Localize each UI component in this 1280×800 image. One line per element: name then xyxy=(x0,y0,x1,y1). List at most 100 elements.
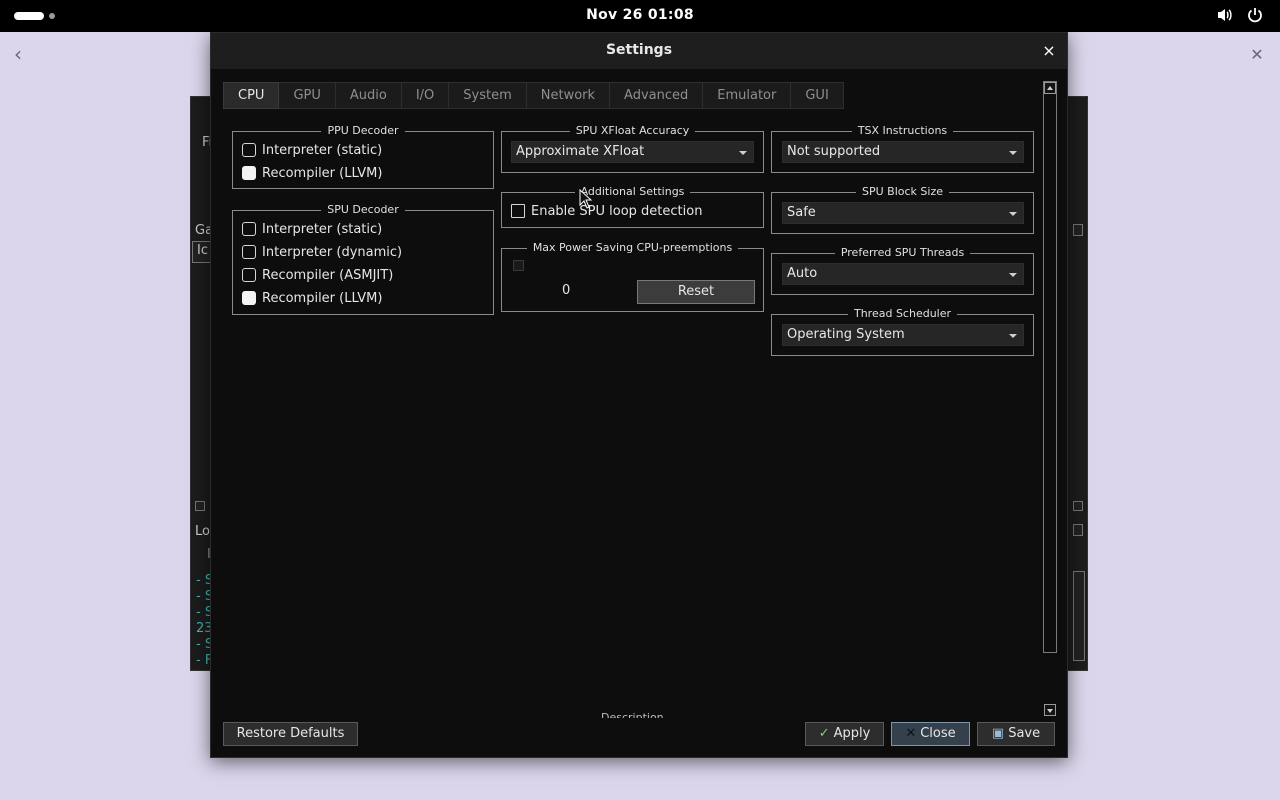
back-arrow-icon[interactable]: ‹ xyxy=(14,44,34,64)
group-title: Thread Scheduler xyxy=(772,307,1033,321)
button-label: Save xyxy=(1008,726,1041,741)
dock-close-icon[interactable] xyxy=(1073,524,1083,536)
apply-button[interactable]: ✓ Apply xyxy=(805,722,884,746)
tsx-instructions-group: TSX Instructions Not supported xyxy=(771,124,1034,173)
checkmark-icon: ✓ xyxy=(818,726,830,741)
radio-label: Recompiler (LLVM) xyxy=(262,290,383,306)
mouse-cursor-icon xyxy=(579,189,593,209)
tab-cpu[interactable]: CPU xyxy=(223,82,280,109)
reset-button[interactable]: Reset xyxy=(637,280,755,304)
settings-scrollbar[interactable] xyxy=(1043,81,1057,653)
checkbox-label: Enable SPU loop detection xyxy=(531,203,703,219)
dropdown-value: Not supported xyxy=(787,144,881,159)
save-button[interactable]: ▣ Save xyxy=(977,722,1055,746)
spu-interpreter-dynamic-radio[interactable]: Interpreter (dynamic) xyxy=(242,243,402,261)
restore-defaults-button[interactable]: Restore Defaults xyxy=(223,722,358,746)
top-bar: Nov 26 01:08 xyxy=(0,0,1280,32)
spu-xfloat-dropdown[interactable]: Approximate XFloat xyxy=(511,141,754,163)
chevron-down-icon xyxy=(1009,334,1017,338)
chevron-down-icon xyxy=(1009,151,1017,155)
additional-settings-group: Additional Settings Enable SPU loop dete… xyxy=(501,185,764,228)
ppu-recompiler-llvm-radio[interactable]: Recompiler (LLVM) xyxy=(242,164,382,182)
dock-close-icon[interactable] xyxy=(1073,224,1083,236)
x-icon: ✕ xyxy=(905,726,917,741)
scroll-left-icon[interactable] xyxy=(195,501,205,511)
group-title: SPU Block Size xyxy=(772,185,1033,199)
ppu-decoder-group: PPU Decoder Interpreter (static) Recompi… xyxy=(232,124,494,189)
tab-advanced[interactable]: Advanced xyxy=(610,82,704,109)
close-icon[interactable]: ✕ xyxy=(1248,46,1266,64)
radio-label: Recompiler (LLVM) xyxy=(262,165,383,181)
radio-indicator[interactable] xyxy=(242,143,256,157)
group-title: Preferred SPU Threads xyxy=(772,246,1033,260)
spu-block-size-dropdown[interactable]: Safe xyxy=(782,202,1024,224)
spu-recompiler-llvm-radio[interactable]: Recompiler (LLVM) xyxy=(242,289,382,307)
preemption-slider-disabled xyxy=(513,260,530,271)
dialog-title: Settings xyxy=(605,42,673,58)
tab-network[interactable]: Network xyxy=(526,82,611,109)
dropdown-value: Safe xyxy=(787,205,816,220)
scroll-up-icon[interactable] xyxy=(1044,82,1056,94)
scroll-down-icon[interactable] xyxy=(1044,704,1056,716)
thread-scheduler-dropdown[interactable]: Operating System xyxy=(782,324,1024,346)
spu-loop-detection-checkbox[interactable]: Enable SPU loop detection xyxy=(511,202,702,220)
radio-indicator[interactable] xyxy=(242,166,256,180)
preferred-spu-threads-group: Preferred SPU Threads Auto xyxy=(771,246,1034,295)
radio-label: Interpreter (static) xyxy=(262,221,383,237)
radio-indicator[interactable] xyxy=(242,291,256,305)
tab-audio[interactable]: Audio xyxy=(335,82,402,109)
log-scrollbar[interactable] xyxy=(1073,571,1085,661)
tab-gui[interactable]: GUI xyxy=(791,82,844,109)
spu-block-size-group: SPU Block Size Safe xyxy=(771,185,1034,234)
radio-indicator[interactable] xyxy=(242,268,256,282)
chevron-down-icon xyxy=(739,151,747,155)
tab-gpu[interactable]: GPU xyxy=(279,82,336,109)
settings-dialog: Settings × CPU GPU Audio I/O System Netw… xyxy=(210,32,1068,758)
background-log-title: Lo xyxy=(195,524,210,539)
radio-label: Interpreter (dynamic) xyxy=(262,244,403,260)
tab-emulator[interactable]: Emulator xyxy=(703,82,792,109)
settings-tabs: CPU GPU Audio I/O System Network Advance… xyxy=(223,82,844,109)
radio-indicator[interactable] xyxy=(242,222,256,236)
button-label: Close xyxy=(920,726,956,741)
chevron-down-icon xyxy=(1009,273,1017,277)
power-icon[interactable] xyxy=(1246,6,1266,26)
thread-scheduler-group: Thread Scheduler Operating System xyxy=(771,307,1034,356)
description-title: Description xyxy=(601,711,664,718)
background-input-text: Ic xyxy=(197,243,208,258)
scroll-right-icon[interactable] xyxy=(1073,501,1083,511)
group-title: PPU Decoder xyxy=(233,124,493,138)
button-label: Apply xyxy=(833,726,871,741)
max-power-saving-group: Max Power Saving CPU-preemptions 0 Reset xyxy=(501,241,764,312)
spu-interpreter-static-radio[interactable]: Interpreter (static) xyxy=(242,220,382,238)
spu-decoder-group: SPU Decoder Interpreter (static) Interpr… xyxy=(232,203,494,315)
tab-io[interactable]: I/O xyxy=(401,82,450,109)
preferred-spu-threads-dropdown[interactable]: Auto xyxy=(782,263,1024,285)
group-title: TSX Instructions xyxy=(772,124,1033,138)
ppu-interpreter-static-radio[interactable]: Interpreter (static) xyxy=(242,141,382,159)
dialog-close-icon[interactable]: × xyxy=(1039,41,1059,61)
radio-label: Interpreter (static) xyxy=(262,142,383,158)
radio-indicator[interactable] xyxy=(242,245,256,259)
dropdown-value: Auto xyxy=(787,266,818,281)
floppy-disk-icon: ▣ xyxy=(991,726,1005,741)
group-title: Max Power Saving CPU-preemptions xyxy=(502,241,763,255)
spu-xfloat-group: SPU XFloat Accuracy Approximate XFloat xyxy=(501,124,764,173)
preemption-value: 0 xyxy=(562,283,571,298)
dropdown-value: Operating System xyxy=(787,327,905,342)
volume-icon[interactable] xyxy=(1216,6,1236,26)
group-title: SPU Decoder xyxy=(233,203,493,217)
tsx-dropdown[interactable]: Not supported xyxy=(782,141,1024,163)
clock[interactable]: Nov 26 01:08 xyxy=(0,7,1280,23)
group-title: Additional Settings xyxy=(502,185,763,199)
dropdown-value: Approximate XFloat xyxy=(516,144,645,159)
dialog-titlebar[interactable]: Settings × xyxy=(211,33,1067,69)
group-title: SPU XFloat Accuracy xyxy=(502,124,763,138)
slider-handle xyxy=(513,260,524,271)
checkbox-indicator[interactable] xyxy=(511,204,525,218)
radio-label: Recompiler (ASMJIT) xyxy=(262,267,394,283)
tab-system[interactable]: System xyxy=(449,82,527,109)
chevron-down-icon xyxy=(1009,212,1017,216)
close-button[interactable]: ✕ Close xyxy=(891,722,970,746)
spu-recompiler-asmjit-radio[interactable]: Recompiler (ASMJIT) xyxy=(242,266,393,284)
